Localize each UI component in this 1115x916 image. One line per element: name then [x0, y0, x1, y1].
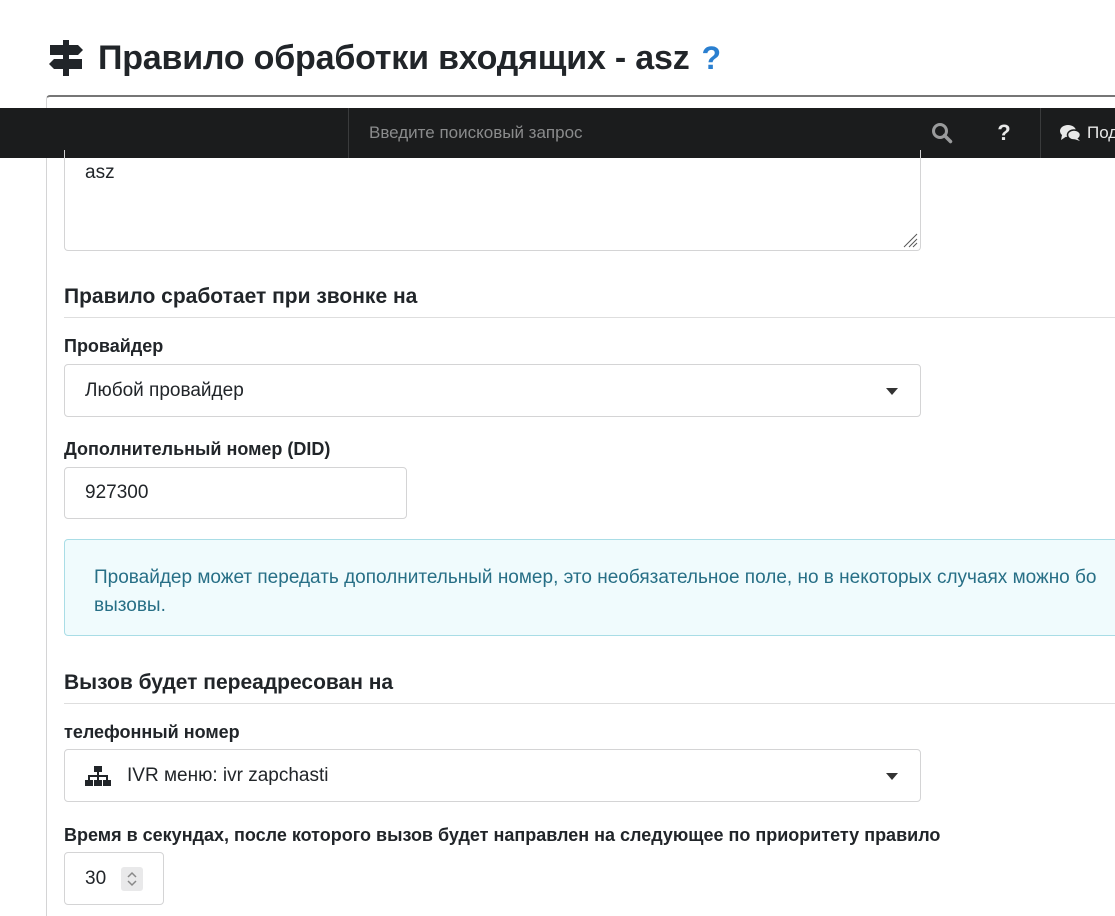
support-label: Под	[1087, 123, 1115, 142]
did-input[interactable]	[64, 467, 407, 519]
provider-label: Провайдер	[64, 336, 164, 356]
help-icon[interactable]: ?	[702, 40, 722, 77]
page-header: Правило обработки входящих - asz ?	[48, 36, 721, 80]
search-input[interactable]	[369, 121, 909, 145]
comments-icon	[1060, 125, 1081, 141]
description-textarea-box: asz	[64, 150, 921, 251]
section-heading-trigger: Правило сработает при звонке на	[64, 285, 1115, 318]
phone-label: телефонный номер	[64, 722, 240, 742]
timeout-value: 30	[85, 867, 107, 889]
signpost-icon	[49, 40, 83, 76]
sitemap-icon	[85, 765, 111, 786]
help-question-icon[interactable]: ?	[990, 118, 1018, 148]
page-title: Правило обработки входящих - asz	[98, 38, 690, 77]
number-spinner-icon[interactable]	[121, 867, 143, 891]
provider-dropdown[interactable]: Любой провайдер	[64, 364, 921, 417]
search-icon[interactable]	[931, 122, 953, 144]
support-button[interactable]: Под	[1040, 108, 1115, 158]
phone-selected-value: IVR меню: ivr zapchasti	[127, 764, 329, 786]
timeout-number-input[interactable]: 30	[64, 852, 164, 905]
info-text-line-1: Провайдер может передать дополнительный …	[94, 567, 1097, 588]
phone-dropdown[interactable]: IVR меню: ivr zapchasti	[64, 749, 921, 802]
info-text-line-2: вызовы.	[94, 595, 166, 616]
provider-selected-value: Любой провайдер	[85, 379, 244, 401]
info-message: Провайдер может передать дополнительный …	[64, 539, 1115, 636]
dropdown-caret-icon	[886, 388, 898, 395]
did-label: Дополнительный номер (DID)	[64, 439, 331, 459]
resize-handle-icon[interactable]	[902, 232, 918, 248]
description-textarea[interactable]: asz	[65, 150, 920, 250]
timeout-label: Время в секундах, после которого вызов б…	[64, 825, 941, 845]
section-heading-redirect: Вызов будет переадресован на	[64, 671, 1115, 704]
dropdown-caret-icon	[886, 773, 898, 780]
